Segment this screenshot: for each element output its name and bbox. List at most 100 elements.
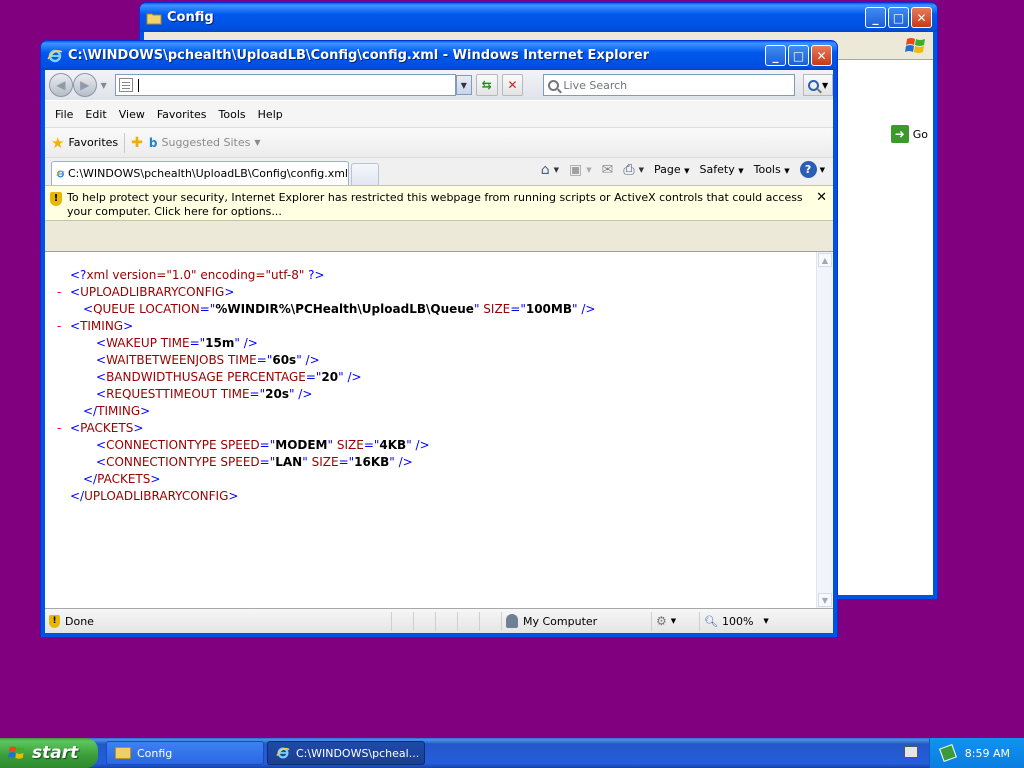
home-icon[interactable]: ⌂: [541, 162, 550, 178]
xml-line-text: <QUEUE LOCATION="%WINDIR%\PCHealth\Uploa…: [83, 302, 596, 316]
stop-button[interactable]: ✕: [501, 74, 524, 96]
xml-line: <QUEUE LOCATION="%WINDIR%\PCHealth\Uploa…: [57, 301, 595, 318]
folder-icon: [115, 747, 131, 759]
address-bar[interactable]: [114, 74, 456, 96]
back-button[interactable]: ◀: [49, 73, 73, 97]
scroll-up-arrow-icon[interactable]: ▲: [818, 253, 832, 267]
favorites-separator: [124, 132, 126, 153]
clock[interactable]: 8:59 AM: [965, 747, 1010, 760]
tab-config-xml[interactable]: C:\WINDOWS\pchealth\UploadLB\Config\conf…: [51, 161, 349, 185]
ie-page-icon: [56, 170, 65, 177]
xml-line: </TIMING>: [57, 403, 595, 420]
xml-line-text: </TIMING>: [83, 404, 151, 418]
safely-remove-hardware-icon[interactable]: [938, 744, 957, 762]
tab-row: C:\WINDOWS\pchealth\UploadLB\Config\conf…: [45, 157, 833, 185]
tools-menu-button[interactable]: Tools ▼: [754, 163, 790, 176]
information-bar-text: To help protect your security, Internet …: [67, 191, 803, 218]
forward-button[interactable]: ▶: [72, 73, 97, 97]
zoom-button[interactable]: 🔍︎ 100% ▼: [699, 611, 773, 631]
system-tray: 8:59 AM: [929, 738, 1024, 768]
vertical-scrollbar[interactable]: ▲ ▼: [816, 252, 833, 608]
text-cursor: [137, 78, 139, 92]
forward-arrow-icon: ▶: [80, 78, 90, 92]
tools-menu-label: Tools: [753, 163, 781, 176]
scroll-down-arrow-icon[interactable]: ▼: [818, 593, 832, 607]
xml-line-text: <WAKEUP TIME="15m" />: [96, 336, 258, 350]
zoom-icon: 🔍︎: [704, 614, 718, 628]
collapse-toggle[interactable]: -: [57, 318, 70, 335]
information-bar[interactable]: ! To help protect your security, Interne…: [45, 185, 833, 221]
ie-window[interactable]: C:\WINDOWS\pchealth\UploadLB\Config\conf…: [40, 40, 838, 638]
maximize-button[interactable]: □: [888, 7, 909, 28]
search-box[interactable]: [543, 74, 796, 96]
minimize-button[interactable]: _: [865, 7, 886, 28]
suggested-sites-button[interactable]: b Suggested Sites ▼: [149, 136, 261, 150]
protected-mode-icon: ⚙: [656, 614, 667, 628]
suggested-sites-label: Suggested Sites: [161, 136, 251, 149]
xml-document: <?xml version="1.0" encoding="utf-8" ?> -…: [57, 267, 595, 505]
protected-mode-button[interactable]: ⚙ ▼: [651, 611, 699, 631]
favorites-button[interactable]: ★ Favorites: [51, 134, 118, 152]
read-mail-icon[interactable]: ✉: [602, 162, 614, 178]
menu-favorites[interactable]: Favorites: [151, 108, 213, 121]
windows-logo-icon: [905, 38, 925, 53]
history-dropdown-icon[interactable]: ▼: [101, 81, 107, 90]
go-button[interactable]: ➜ Go: [890, 125, 928, 143]
menu-edit[interactable]: Edit: [79, 108, 112, 121]
xml-line-text: </UPLOADLIBRARYCONFIG>: [70, 489, 239, 503]
feeds-dropdown-icon[interactable]: ▼: [586, 166, 591, 174]
menu-help[interactable]: Help: [252, 108, 289, 121]
taskbar: start Config C:\WINDOWS\pcheal... 8:59 A…: [0, 738, 1024, 768]
taskbar-item-config[interactable]: Config: [106, 741, 264, 765]
start-button[interactable]: start: [0, 738, 98, 768]
xml-line[interactable]: - <PACKETS>: [57, 420, 595, 437]
feeds-icon[interactable]: ▣: [569, 162, 582, 178]
xml-line-text: </PACKETS>: [83, 472, 161, 486]
folder-icon: [146, 13, 162, 24]
page-menu-button[interactable]: Page ▼: [654, 163, 690, 176]
menu-file[interactable]: File: [49, 108, 79, 121]
information-bar-close-icon[interactable]: ✕: [816, 191, 827, 205]
new-tab-button[interactable]: [351, 163, 379, 185]
document-view[interactable]: <?xml version="1.0" encoding="utf-8" ?> -…: [45, 251, 833, 608]
windows-logo-icon: [8, 746, 25, 759]
taskbar-item-label: Config: [137, 746, 173, 760]
status-cell-3: [435, 611, 457, 631]
menu-view[interactable]: View: [113, 108, 151, 121]
safety-menu-button[interactable]: Safety ▼: [700, 163, 744, 176]
ie-close-button[interactable]: ✕: [811, 45, 832, 66]
security-zone[interactable]: My Computer: [501, 611, 651, 631]
taskbar-item-ie[interactable]: C:\WINDOWS\pcheal...: [267, 741, 425, 765]
menu-tools[interactable]: Tools: [213, 108, 252, 121]
close-button[interactable]: ✕: [911, 7, 932, 28]
xml-line[interactable]: - <TIMING>: [57, 318, 595, 335]
ie-maximize-button[interactable]: □: [788, 45, 809, 66]
xml-line[interactable]: - <UPLOADLIBRARYCONFIG>: [57, 284, 595, 301]
home-dropdown-icon[interactable]: ▼: [554, 166, 559, 174]
search-go-icon: [808, 79, 820, 91]
zone-text: My Computer: [523, 614, 598, 628]
ie-window-titlebar[interactable]: C:\WINDOWS\pchealth\UploadLB\Config\conf…: [41, 41, 837, 70]
keyboard-icon[interactable]: [904, 746, 918, 758]
xml-line-text: <CONNECTIONTYPE SPEED="LAN" SIZE="16KB" …: [96, 455, 413, 469]
start-label: start: [32, 743, 79, 763]
search-input[interactable]: [563, 78, 784, 92]
xml-line: </UPLOADLIBRARYCONFIG>: [57, 488, 595, 505]
ie-minimize-button[interactable]: _: [765, 45, 786, 66]
refresh-button[interactable]: ⇆: [475, 74, 498, 96]
stop-icon: ✕: [507, 78, 518, 92]
config-window-titlebar[interactable]: Config _ □ ✕: [140, 3, 937, 32]
help-button[interactable]: ? ▼: [799, 161, 825, 178]
address-dropdown-button[interactable]: ▼: [455, 75, 472, 95]
xml-line: <WAITBETWEENJOBS TIME="60s" />: [57, 352, 595, 369]
print-icon[interactable]: ⎙: [623, 162, 634, 178]
search-options-dropdown-icon[interactable]: ▼: [822, 81, 828, 90]
search-button[interactable]: ▼: [803, 74, 834, 96]
print-dropdown-icon[interactable]: ▼: [639, 166, 644, 174]
xml-line: </PACKETS>: [57, 471, 595, 488]
add-to-favorites-bar-icon[interactable]: ✚: [131, 135, 143, 151]
collapse-toggle[interactable]: -: [57, 284, 70, 301]
config-window-title: Config: [167, 10, 214, 25]
xml-line-text: <WAITBETWEENJOBS TIME="60s" />: [96, 353, 320, 367]
collapse-toggle[interactable]: -: [57, 420, 70, 437]
